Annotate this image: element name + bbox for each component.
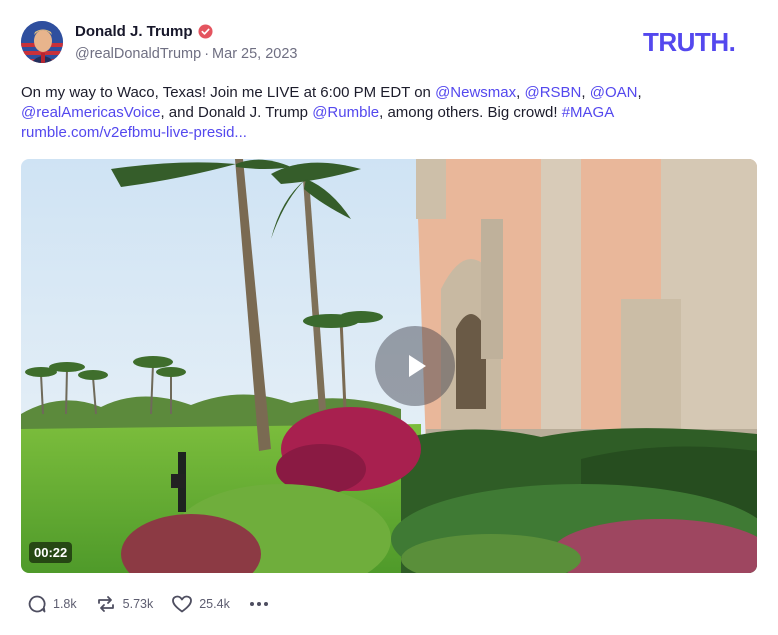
post-text-segment: , (637, 84, 642, 101)
post-text-segment: , (581, 84, 590, 101)
mention-link[interactable]: @OAN (590, 84, 638, 101)
post-actions: 1.8k 5.73k 25.4k (27, 594, 270, 614)
external-link[interactable]: rumble.com/v2efbmu-live-presid... (21, 124, 247, 141)
author-handle[interactable]: @realDonaldTrump (75, 46, 201, 62)
more-icon (263, 602, 268, 606)
author-name[interactable]: Donald J. Trump (75, 23, 193, 40)
avatar-portrait-flag-icon (21, 21, 63, 63)
more-options-button[interactable] (248, 598, 270, 610)
retruth-button[interactable]: 5.73k (95, 594, 154, 614)
retruth-count: 5.73k (122, 597, 154, 611)
heart-icon (172, 595, 193, 613)
like-count: 25.4k (199, 597, 230, 611)
mention-link[interactable]: @RSBN (524, 84, 581, 101)
post-date[interactable]: Mar 25, 2023 (212, 46, 297, 62)
verified-badge-icon (197, 24, 213, 39)
more-icon (256, 602, 261, 606)
like-button[interactable]: 25.4k (171, 594, 230, 614)
mention-link[interactable]: @Newsmax (435, 84, 516, 101)
more-icon (249, 602, 254, 606)
reply-icon (28, 595, 46, 613)
truth-logo: TRUTH. (643, 29, 736, 55)
post-body: On my way to Waco, Texas! Join me LIVE a… (21, 83, 741, 143)
meta-separator: · (204, 46, 210, 62)
reply-button[interactable]: 1.8k (27, 594, 77, 614)
mention-link[interactable]: @realAmericasVoice (21, 104, 160, 121)
post-text-segment: , among others. Big crowd! (379, 104, 562, 121)
truth-logo-text: TRUTH. (643, 29, 735, 55)
reply-count: 1.8k (53, 597, 77, 611)
video-duration: 00:22 (29, 542, 73, 563)
author-name-row: Donald J. Trump (75, 23, 213, 40)
play-icon (409, 355, 426, 377)
retruth-icon (97, 596, 114, 612)
post-text-segment: , and Donald J. Trump (160, 104, 313, 121)
avatar[interactable] (21, 21, 63, 63)
mention-link[interactable]: @Rumble (312, 104, 379, 121)
play-button[interactable] (375, 326, 455, 406)
video-player[interactable]: 00:22 (21, 159, 757, 573)
author-meta: @realDonaldTrump · Mar 25, 2023 (75, 46, 298, 62)
hashtag-link[interactable]: #MAGA (562, 104, 615, 121)
post-text-segment: On my way to Waco, Texas! Join me LIVE a… (21, 84, 436, 101)
